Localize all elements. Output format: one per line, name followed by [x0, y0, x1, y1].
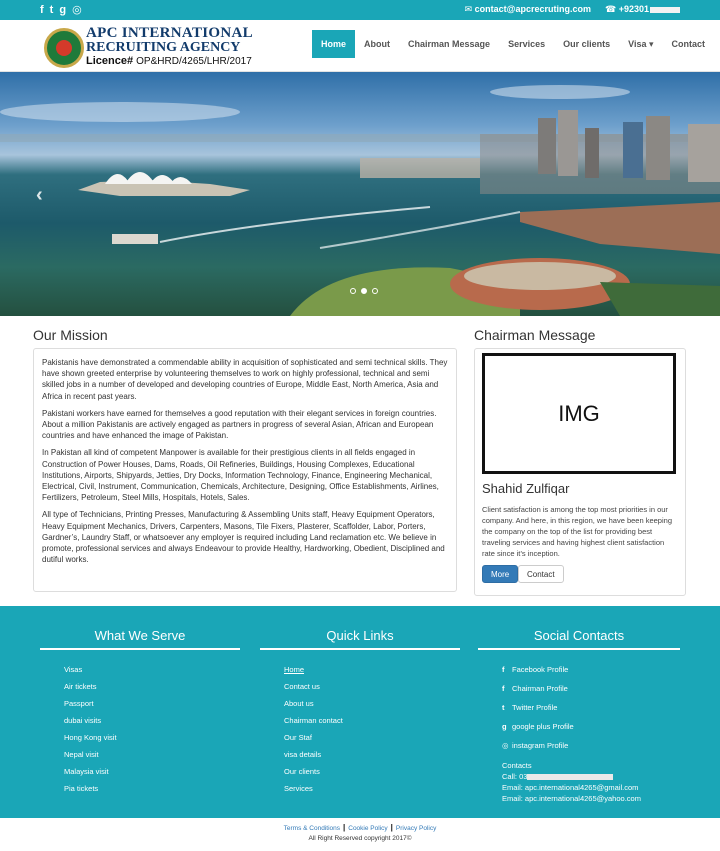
- contacts-label: Contacts: [502, 761, 532, 770]
- top-email[interactable]: ✉ contact@apcrecruting.com: [465, 4, 591, 15]
- hero-carousel[interactable]: ‹: [0, 72, 720, 316]
- quick-link[interactable]: Our Staf: [284, 733, 343, 750]
- nav-visa-dropdown[interactable]: Visa ▾: [619, 30, 662, 58]
- bottom-bar: Terms & Conditions | Cookie Policy | Privacy…: [0, 818, 720, 851]
- header: APC INTERNATIONAL RECRUITING AGENCY Lice…: [0, 20, 720, 72]
- instagram-icon[interactable]: ◎: [72, 3, 82, 17]
- google-plus-icon: g: [502, 722, 507, 731]
- nav-home[interactable]: Home: [312, 30, 356, 58]
- chairman-title: Chairman Message: [474, 327, 596, 343]
- carousel-dot[interactable]: [350, 288, 356, 294]
- quick-link[interactable]: visa details: [284, 750, 343, 767]
- facebook-icon: f: [502, 684, 505, 693]
- google-plus-icon[interactable]: g: [59, 3, 66, 17]
- chairman-name: Shahid Zulfiqar: [482, 481, 570, 496]
- social-contacts-title: Social Contacts: [533, 628, 625, 643]
- cookie-policy-link[interactable]: Cookie Policy: [348, 825, 387, 832]
- quick-link[interactable]: Our clients: [284, 767, 343, 784]
- terms-link[interactable]: Terms & Conditions: [284, 825, 340, 832]
- google-plus-profile-link[interactable]: g google plus Profile: [502, 722, 574, 741]
- serve-item[interactable]: Air tickets: [64, 682, 117, 699]
- nav-about[interactable]: About: [355, 30, 399, 58]
- mission-paragraph-3: In Pakistan all kind of competent Manpow…: [42, 448, 439, 503]
- carousel-indicators: [350, 288, 378, 294]
- more-button[interactable]: More: [482, 565, 519, 583]
- divider: [260, 648, 460, 650]
- chairman-text: Client satisfaction is among the top mos…: [482, 505, 672, 558]
- quick-link[interactable]: Contact us: [284, 682, 343, 699]
- serve-item[interactable]: Hong Kong visit: [64, 733, 117, 750]
- mission-paragraph-1: Pakistanis have demonstrated a commendab…: [42, 358, 448, 401]
- separator: |: [343, 823, 346, 832]
- brand-line-1: APC INTERNATIONAL: [86, 25, 253, 41]
- serve-item[interactable]: Visas: [64, 665, 117, 682]
- twitter-icon[interactable]: t: [50, 3, 54, 17]
- carousel-dot-active[interactable]: [361, 288, 367, 294]
- separator: |: [390, 823, 393, 832]
- redacted-phone: [650, 6, 680, 13]
- brand[interactable]: APC INTERNATIONAL RECRUITING AGENCY Lice…: [86, 26, 253, 68]
- chairman-profile-link[interactable]: f Chairman Profile: [502, 684, 574, 703]
- twitter-profile-link[interactable]: t Twitter Profile: [502, 703, 574, 722]
- top-bar: f t g ◎ ✉ contact@apcrecruting.com ☎ +92…: [0, 0, 720, 20]
- divider: [40, 648, 240, 650]
- serve-item[interactable]: Nepal visit: [64, 750, 117, 767]
- quick-link[interactable]: Chairman contact: [284, 716, 343, 733]
- footer: What We Serve Visas Air tickets Passport…: [0, 606, 720, 818]
- redacted-phone: [527, 774, 614, 781]
- legal-links: Terms & Conditions | Cookie Policy | Privacy…: [0, 823, 720, 832]
- copyright: All Right Reserved copyright 2017©: [308, 835, 412, 842]
- contact-email-2[interactable]: Email: apc.international4265@yahoo.com: [502, 793, 641, 804]
- quick-link[interactable]: About us: [284, 699, 343, 716]
- nav-chairman-message[interactable]: Chairman Message: [399, 30, 499, 58]
- chairman-panel: IMG Shahid Zulfiqar Client satisfaction …: [474, 348, 686, 596]
- mission-panel: Pakistanis have demonstrated a commendab…: [33, 348, 457, 592]
- contact-email-1[interactable]: Email: apc.international4265@gmail.com: [502, 782, 641, 793]
- quick-link-home[interactable]: Home: [284, 665, 343, 682]
- quick-link[interactable]: Services: [284, 784, 343, 801]
- quick-links-list: Home Contact us About us Chairman contac…: [284, 665, 343, 801]
- twitter-icon: t: [502, 703, 505, 712]
- chairman-photo: IMG: [482, 353, 676, 474]
- envelope-icon: ✉: [464, 4, 475, 14]
- facebook-icon: f: [502, 665, 505, 674]
- serve-item[interactable]: Malaysia visit: [64, 767, 117, 784]
- phone-icon: ☎: [604, 4, 619, 14]
- nav-services[interactable]: Services: [499, 30, 554, 58]
- what-we-serve-title: What We Serve: [94, 628, 186, 643]
- top-contact: ✉ contact@apcrecruting.com ☎ +92301: [465, 4, 680, 15]
- serve-item[interactable]: Passport: [64, 699, 117, 716]
- serve-item[interactable]: Pia tickets: [64, 784, 117, 801]
- privacy-policy-link[interactable]: Privacy Policy: [396, 825, 436, 832]
- logo-icon[interactable]: [44, 28, 84, 68]
- brand-line-2: RECRUITING AGENCY: [86, 40, 241, 55]
- carousel-dot[interactable]: [372, 288, 378, 294]
- social-list: f Facebook Profile f Chairman Profile t Twi…: [502, 665, 574, 760]
- top-phone: ☎ +92301: [605, 4, 680, 15]
- quick-links-title: Quick Links: [326, 628, 394, 643]
- mission-title: Our Mission: [33, 327, 108, 343]
- divider: [478, 648, 680, 650]
- contact-call: Call: 03: [502, 771, 641, 782]
- mission-paragraph-4: All type of Technicians, Printing Presse…: [42, 510, 445, 565]
- contact-button[interactable]: Contact: [518, 565, 564, 583]
- facebook-icon[interactable]: f: [40, 3, 44, 17]
- nav-contact[interactable]: Contact: [663, 30, 715, 58]
- harbour-image: [0, 85, 720, 316]
- top-social-icons: f t g ◎: [40, 3, 82, 17]
- licence: Licence# OP&HRD/4265/LHR/2017: [86, 55, 252, 67]
- facebook-profile-link[interactable]: f Facebook Profile: [502, 665, 574, 684]
- carousel-prev-icon[interactable]: ‹: [36, 184, 43, 207]
- footer-contacts: Contacts Call: 03 Email: apc.internation…: [502, 760, 641, 804]
- instagram-icon: ◎: [502, 741, 509, 750]
- nav-our-clients[interactable]: Our clients: [554, 30, 619, 58]
- serve-list: Visas Air tickets Passport dubai visits …: [64, 665, 117, 801]
- instagram-profile-link[interactable]: ◎ instagram Profile: [502, 741, 574, 760]
- serve-item[interactable]: dubai visits: [64, 716, 117, 733]
- mission-paragraph-2: Pakistani workers have earned for themse…: [42, 408, 437, 441]
- main-nav: Home About Chairman Message Services Our…: [312, 30, 714, 58]
